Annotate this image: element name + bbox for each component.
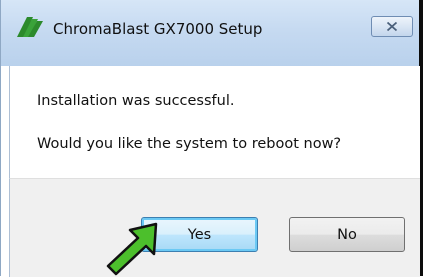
button-bar: Yes No bbox=[9, 178, 420, 277]
setup-dialog-window: ChromaBlast GX7000 Setup Installation wa… bbox=[0, 0, 423, 277]
green-arrow-icon bbox=[106, 222, 158, 276]
close-icon bbox=[386, 21, 398, 32]
message-installation-success: Installation was successful. bbox=[37, 93, 235, 109]
message-area: Installation was successful. Would you l… bbox=[9, 66, 420, 178]
no-button[interactable]: No bbox=[289, 217, 405, 252]
chromablast-logo-icon bbox=[17, 17, 43, 37]
title-bar[interactable]: ChromaBlast GX7000 Setup bbox=[1, 0, 419, 66]
window-title: ChromaBlast GX7000 Setup bbox=[53, 20, 263, 38]
close-button[interactable] bbox=[371, 16, 413, 37]
message-reboot-question: Would you like the system to reboot now? bbox=[37, 136, 342, 152]
